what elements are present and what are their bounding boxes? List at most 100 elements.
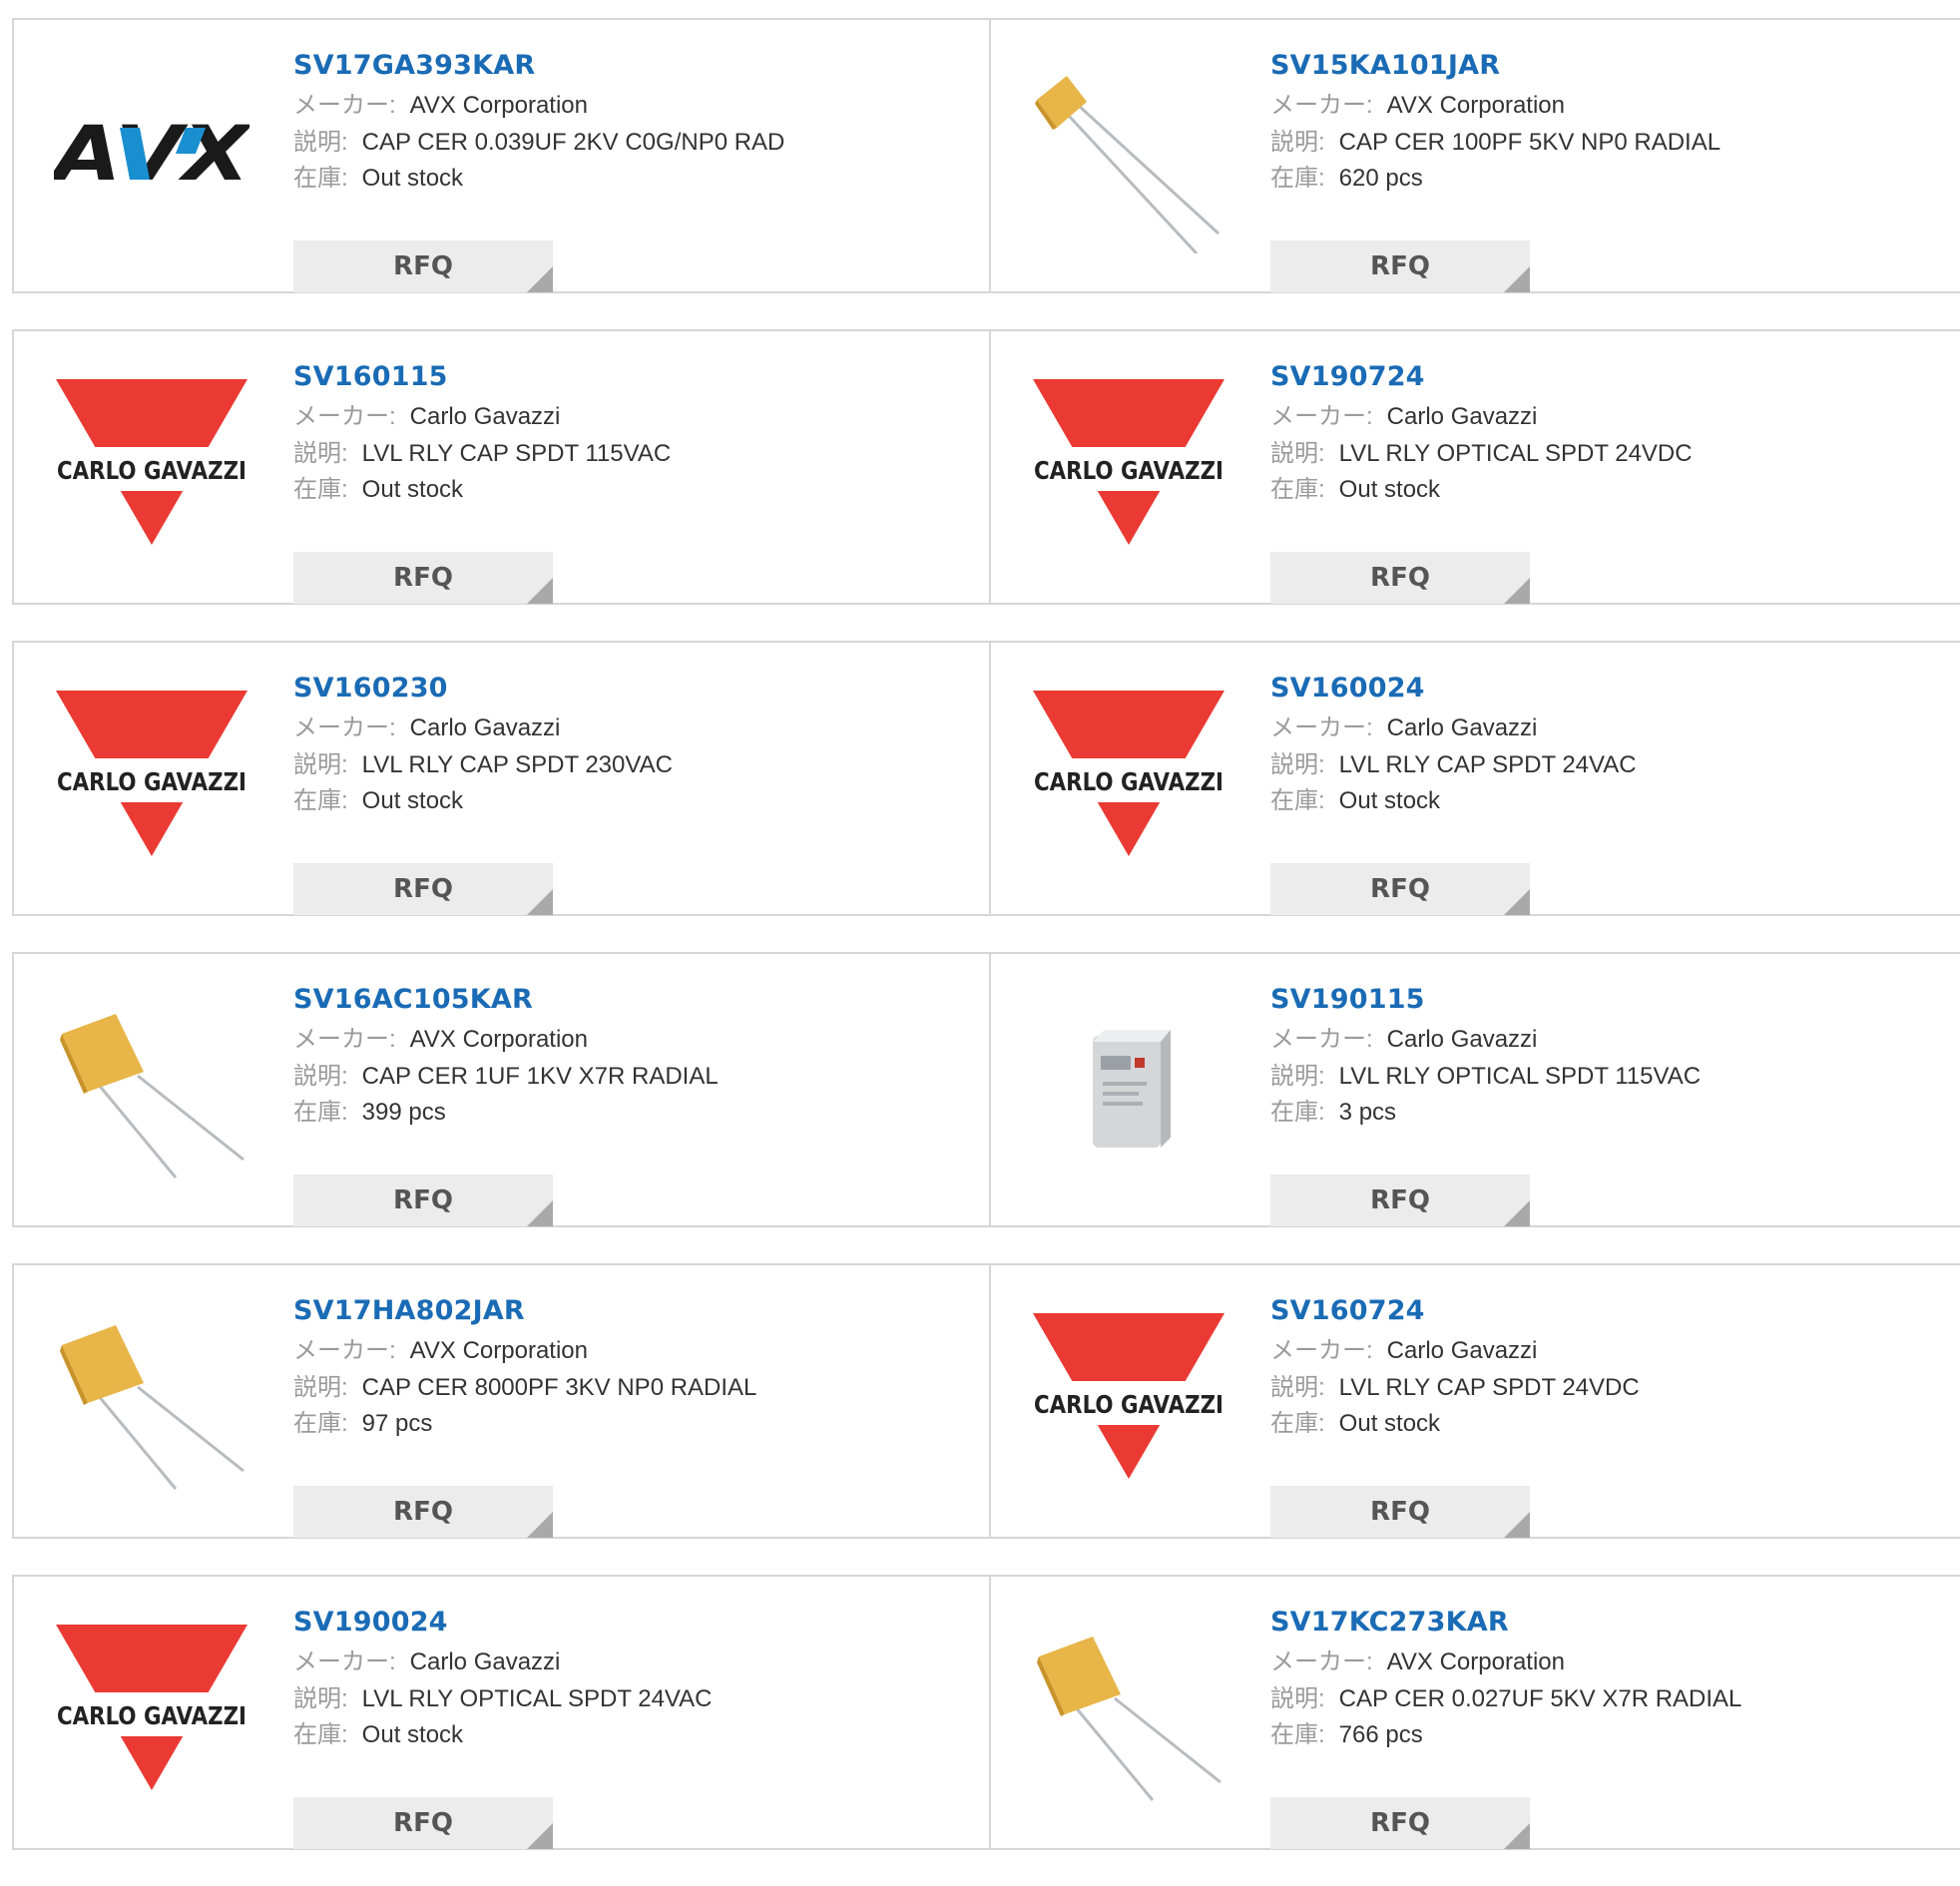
rfq-button[interactable]: RFQ: [1270, 1797, 1530, 1849]
description-label: 説明:: [1270, 128, 1325, 156]
stock-label: 在庫:: [1270, 476, 1325, 503]
stock-value: Out stock: [361, 787, 464, 814]
corner-triangle-icon: [527, 889, 553, 915]
stock-value: Out stock: [1338, 1410, 1441, 1437]
maker-value: AVX Corporation: [409, 1026, 588, 1053]
carlo-gavazzi-logo-image[interactable]: CARLO GAVAZZI: [1031, 681, 1226, 876]
rfq-button[interactable]: RFQ: [1270, 1486, 1530, 1538]
rfq-button[interactable]: RFQ: [1270, 552, 1530, 604]
maker-value: Carlo Gavazzi: [1386, 1026, 1538, 1053]
product-info: SV15KA101JAR メーカー: AVX Corporation 説明: CAP C…: [1270, 50, 1950, 292]
product-row: CARLO GAVAZZI SV160115 メーカー: Carlo Gavazzi…: [12, 329, 1960, 605]
relay-module-image[interactable]: [1031, 992, 1226, 1187]
capacitor-large-image[interactable]: [1031, 1615, 1226, 1810]
product-row: AVX SV17GA393KAR メーカー: AVX Corporation 説明: C…: [12, 18, 1960, 293]
rfq-button-label: RFQ: [1370, 1808, 1430, 1838]
capacitor-large-image[interactable]: [54, 1303, 249, 1499]
stock-value: 399 pcs: [361, 1099, 446, 1126]
product-card: CARLO GAVAZZI SV160230 メーカー: Carlo Gavazzi…: [14, 643, 989, 915]
svg-text:CARLO GAVAZZI: CARLO GAVAZZI: [1034, 1390, 1224, 1419]
stock-label: 在庫:: [1270, 787, 1325, 814]
rfq-button[interactable]: RFQ: [293, 1797, 553, 1849]
rfq-button[interactable]: RFQ: [1270, 863, 1530, 915]
carlo-gavazzi-logo-image[interactable]: CARLO GAVAZZI: [54, 681, 249, 876]
part-number-link[interactable]: SV160724: [1270, 1295, 1950, 1333]
carlo-gavazzi-logo-image[interactable]: CARLO GAVAZZI: [1031, 1303, 1226, 1499]
rfq-button[interactable]: RFQ: [293, 863, 553, 915]
description-label: 説明:: [293, 1373, 348, 1401]
part-number-link[interactable]: SV16AC105KAR: [293, 984, 979, 1022]
stock-value: 766 pcs: [1338, 1721, 1423, 1748]
product-row: SV16AC105KAR メーカー: AVX Corporation 説明: CAP C…: [12, 952, 1960, 1227]
corner-triangle-icon: [1504, 578, 1530, 604]
maker-row: メーカー: AVX Corporation: [1270, 1645, 1950, 1681]
rfq-button[interactable]: RFQ: [293, 552, 553, 604]
part-number-link[interactable]: SV160024: [1270, 673, 1950, 710]
stock-value: Out stock: [361, 476, 464, 503]
maker-row: メーカー: Carlo Gavazzi: [1270, 399, 1950, 436]
stock-row: 在庫: Out stock: [1270, 472, 1950, 509]
part-number-link[interactable]: SV17HA802JAR: [293, 1295, 979, 1333]
rfq-button[interactable]: RFQ: [293, 1486, 553, 1538]
maker-label: メーカー:: [293, 714, 396, 741]
description-label: 説明:: [293, 439, 348, 467]
rfq-button-label: RFQ: [393, 1497, 453, 1527]
stock-label: 在庫:: [293, 165, 348, 192]
part-number-link[interactable]: SV17GA393KAR: [293, 50, 979, 88]
rfq-button[interactable]: RFQ: [293, 240, 553, 292]
capacitor-small-image[interactable]: [1031, 58, 1226, 253]
maker-label: メーカー:: [293, 1649, 396, 1675]
description-value: CAP CER 100PF 5KV NP0 RADIAL: [1338, 128, 1721, 156]
product-row: CARLO GAVAZZI SV160230 メーカー: Carlo Gavazzi…: [12, 641, 1960, 916]
rfq-button[interactable]: RFQ: [1270, 1175, 1530, 1226]
product-card: SV190115 メーカー: Carlo Gavazzi 説明: LVL RLY OPT…: [989, 954, 1960, 1226]
part-number-link[interactable]: SV190024: [293, 1607, 979, 1645]
rfq-button[interactable]: RFQ: [1270, 240, 1530, 292]
stock-label: 在庫:: [293, 1099, 348, 1126]
corner-triangle-icon: [1504, 889, 1530, 915]
description-value: LVL RLY OPTICAL SPDT 24VAC: [361, 1684, 713, 1712]
maker-label: メーカー:: [293, 403, 396, 430]
maker-value: AVX Corporation: [1386, 92, 1565, 119]
product-row: CARLO GAVAZZI SV190024 メーカー: Carlo Gavazzi…: [12, 1575, 1960, 1850]
maker-row: メーカー: Carlo Gavazzi: [293, 1645, 979, 1681]
description-label: 説明:: [1270, 1684, 1325, 1712]
product-info: SV190024 メーカー: Carlo Gavazzi 説明: LVL RLY OPT…: [293, 1607, 979, 1849]
capacitor-large-image[interactable]: [54, 992, 249, 1187]
part-number-link[interactable]: SV15KA101JAR: [1270, 50, 1950, 88]
svg-text:AVX: AVX: [54, 109, 249, 198]
rfq-button-label: RFQ: [1370, 874, 1430, 904]
product-info: SV160230 メーカー: Carlo Gavazzi 説明: LVL RLY CAP…: [293, 673, 979, 915]
avx-logo-image[interactable]: AVX: [54, 58, 249, 253]
carlo-gavazzi-logo-image[interactable]: CARLO GAVAZZI: [54, 1615, 249, 1810]
product-info: SV160024 メーカー: Carlo Gavazzi 説明: LVL RLY CAP…: [1270, 673, 1950, 915]
carlo-gavazzi-logo-image[interactable]: CARLO GAVAZZI: [1031, 369, 1226, 565]
rfq-button-label: RFQ: [393, 1185, 453, 1215]
corner-triangle-icon: [527, 1200, 553, 1226]
maker-label: メーカー:: [293, 1337, 396, 1364]
stock-value: Out stock: [361, 165, 464, 192]
product-card: SV16AC105KAR メーカー: AVX Corporation 説明: CAP C…: [14, 954, 989, 1226]
description-label: 説明:: [293, 128, 348, 156]
rfq-button[interactable]: RFQ: [293, 1175, 553, 1226]
rfq-button-label: RFQ: [1370, 1497, 1430, 1527]
carlo-gavazzi-logo-image[interactable]: CARLO GAVAZZI: [54, 369, 249, 565]
product-card: CARLO GAVAZZI SV160024 メーカー: Carlo Gavazzi…: [989, 643, 1960, 915]
part-number-link[interactable]: SV17KC273KAR: [1270, 1607, 1950, 1645]
stock-row: 在庫: 3 pcs: [1270, 1095, 1950, 1132]
part-number-link[interactable]: SV190115: [1270, 984, 1950, 1022]
maker-label: メーカー:: [1270, 403, 1373, 430]
stock-label: 在庫:: [1270, 1721, 1325, 1748]
description-value: LVL RLY CAP SPDT 24VDC: [1338, 1373, 1640, 1401]
maker-label: メーカー:: [293, 92, 396, 119]
part-number-link[interactable]: SV160230: [293, 673, 979, 710]
maker-label: メーカー:: [1270, 1026, 1373, 1053]
product-info: SV16AC105KAR メーカー: AVX Corporation 説明: CAP C…: [293, 984, 979, 1226]
product-info: SV160724 メーカー: Carlo Gavazzi 説明: LVL RLY CAP…: [1270, 1295, 1950, 1538]
stock-row: 在庫: Out stock: [293, 783, 979, 820]
part-number-link[interactable]: SV190724: [1270, 361, 1950, 399]
description-row: 説明: CAP CER 1UF 1KV X7R RADIAL: [293, 1059, 979, 1096]
maker-row: メーカー: AVX Corporation: [293, 1333, 979, 1370]
svg-text:CARLO GAVAZZI: CARLO GAVAZZI: [1034, 456, 1224, 485]
part-number-link[interactable]: SV160115: [293, 361, 979, 399]
